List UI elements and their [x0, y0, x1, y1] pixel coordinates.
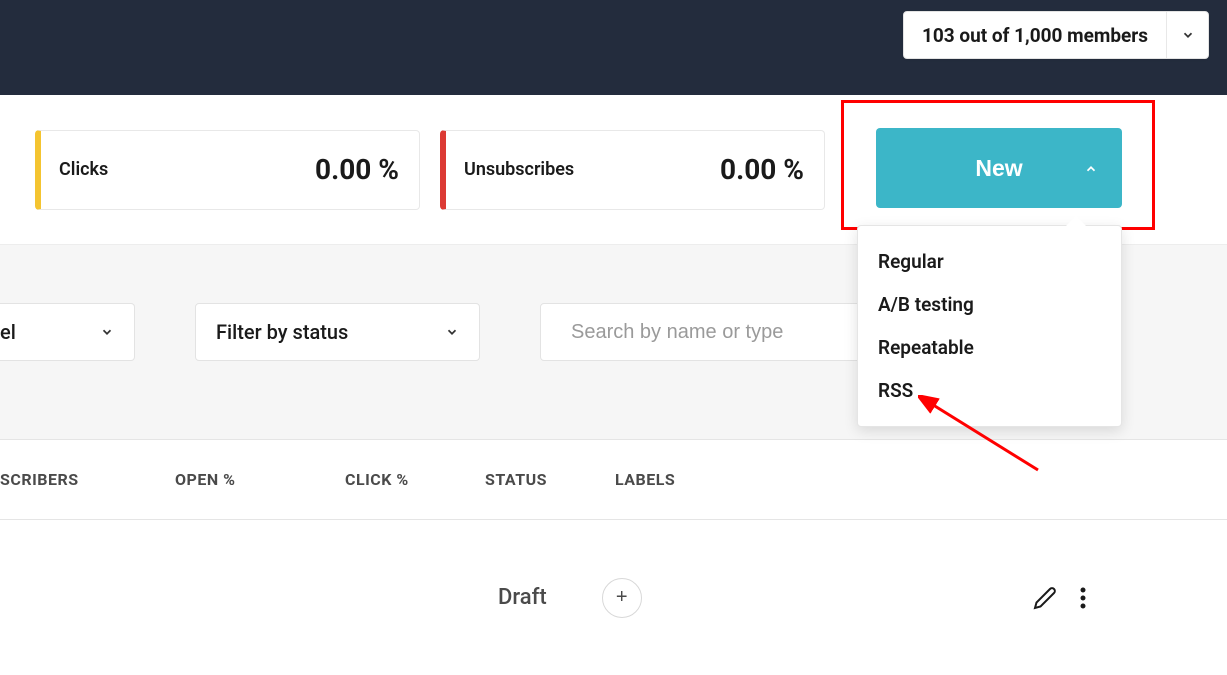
- new-button-label: New: [975, 155, 1022, 182]
- column-click: CLICK %: [345, 470, 485, 489]
- kebab-menu-icon[interactable]: [1079, 586, 1087, 610]
- chevron-up-icon: [1084, 155, 1098, 182]
- chevron-down-icon: [445, 325, 459, 339]
- filter-status-text: Filter by status: [216, 320, 348, 344]
- plus-icon: +: [616, 586, 628, 609]
- stat-card-clicks: Clicks 0.00 %: [35, 130, 420, 210]
- stat-value-unsubscribes: 0.00 %: [720, 153, 804, 186]
- column-status: STATUS: [485, 470, 615, 489]
- stat-label-unsubscribes: Unsubscribes: [446, 159, 720, 180]
- stat-value-clicks: 0.00 %: [315, 153, 399, 186]
- filter-label-text: el: [0, 320, 16, 344]
- members-chevron-toggle[interactable]: [1166, 12, 1208, 58]
- new-dropdown-menu: Regular A/B testing Repeatable RSS: [857, 225, 1122, 427]
- chevron-down-icon: [1181, 28, 1195, 42]
- column-subscribers: SCRIBERS: [0, 470, 175, 489]
- row-status: Draft: [498, 585, 547, 610]
- table-row: Draft +: [0, 520, 1227, 675]
- add-label-button[interactable]: +: [602, 578, 642, 618]
- row-actions: [1033, 586, 1087, 610]
- members-dropdown[interactable]: 103 out of 1,000 members: [903, 11, 1209, 59]
- new-button[interactable]: New: [876, 128, 1122, 208]
- filter-status-select[interactable]: Filter by status: [195, 303, 480, 361]
- members-count-text: 103 out of 1,000 members: [904, 24, 1166, 47]
- chevron-down-icon: [100, 325, 114, 339]
- menu-item-rss[interactable]: RSS: [858, 369, 1121, 412]
- column-labels: LABELS: [615, 470, 815, 489]
- table-header: SCRIBERS OPEN % CLICK % STATUS LABELS: [0, 440, 1227, 520]
- filter-label-select[interactable]: el: [0, 303, 135, 361]
- menu-item-regular[interactable]: Regular: [858, 240, 1121, 283]
- menu-item-repeatable[interactable]: Repeatable: [858, 326, 1121, 369]
- menu-item-ab-testing[interactable]: A/B testing: [858, 283, 1121, 326]
- stat-label-clicks: Clicks: [41, 159, 315, 180]
- stat-card-unsubscribes: Unsubscribes 0.00 %: [440, 130, 825, 210]
- column-open: OPEN %: [175, 470, 345, 489]
- top-bar: 103 out of 1,000 members: [0, 0, 1227, 95]
- edit-icon[interactable]: [1033, 586, 1057, 610]
